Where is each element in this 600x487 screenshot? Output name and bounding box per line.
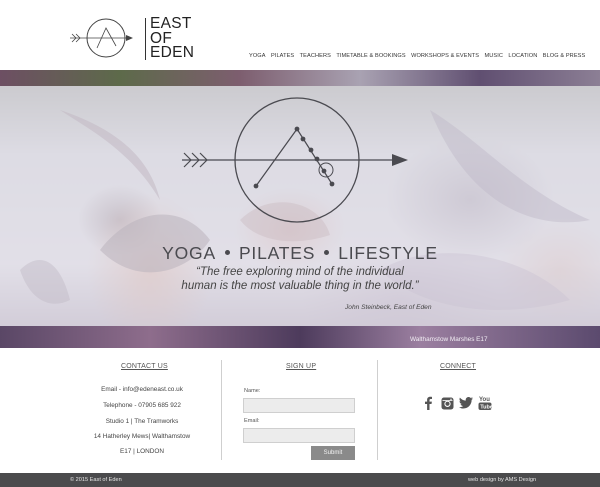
photo-caption: Walthamstow Marshes E17 <box>410 336 488 343</box>
hero-word-yoga: YOGA <box>162 243 216 263</box>
nav-location[interactable]: LOCATION <box>508 53 537 59</box>
nav-timetable-bookings[interactable]: TIMETABLE & BOOKINGS <box>336 53 405 59</box>
site-header: EAST OF EDEN YOGA PILATES TEACHERS TIMET… <box>0 0 600 70</box>
contact-email[interactable]: Email - info@edeneast.co.uk <box>42 386 242 393</box>
contact-address-line-2: 14 Hatherley Mews| Walthamstow <box>93 433 191 440</box>
facebook-icon[interactable] <box>421 396 435 410</box>
nav-blog-press[interactable]: BLOG & PRESS <box>543 53 586 59</box>
bottom-bar: © 2015 East of Eden web design by AMS De… <box>0 473 600 487</box>
name-input[interactable] <box>243 398 355 413</box>
logo-emblem-icon <box>70 18 133 58</box>
instagram-icon[interactable] <box>440 396 454 410</box>
main-nav: YOGA PILATES TEACHERS TIMETABLE & BOOKIN… <box>249 53 591 59</box>
quote-line-2: human is the most valuable thing in the … <box>181 279 419 292</box>
hero-word-lifestyle: LIFESTYLE <box>338 243 438 263</box>
hero-quote: “The free exploring mind of the individu… <box>150 266 450 293</box>
email-input[interactable] <box>243 428 355 443</box>
submit-button[interactable]: Submit <box>311 446 355 460</box>
nav-yoga[interactable]: YOGA <box>249 53 266 59</box>
svg-text:Tube: Tube <box>480 404 492 410</box>
quote-line-1: “The free exploring mind of the individu… <box>196 266 404 278</box>
contact-title: CONTACT US <box>121 363 168 370</box>
social-links: You Tube <box>421 396 497 410</box>
hero-banner: YOGA PILATES LIFESTYLE “The free exploring… <box>0 70 600 348</box>
hero-emblem-icon <box>182 97 408 223</box>
youtube-icon[interactable]: You Tube <box>478 396 492 410</box>
logo-line-eden: EDEN <box>150 44 195 61</box>
column-divider <box>221 360 222 460</box>
designer-credit[interactable]: web design by AMS Design <box>468 477 536 483</box>
svg-text:You: You <box>479 397 490 403</box>
contact-address-line-3: E17 | LONDON <box>120 448 164 455</box>
logo-divider <box>145 18 146 60</box>
nav-pilates[interactable]: PILATES <box>271 53 294 59</box>
contact-address-line-1: Studio 1 | The Tramworks <box>105 418 179 425</box>
nav-teachers[interactable]: TEACHERS <box>300 53 331 59</box>
signup-title: SIGN UP <box>286 363 317 370</box>
footer-columns: CONTACT US Email - info@edeneast.co.uk T… <box>0 348 600 473</box>
nav-workshops-events[interactable]: WORKSHOPS & EVENTS <box>411 53 479 59</box>
name-label: Name: <box>244 388 261 394</box>
column-divider <box>377 360 378 460</box>
quote-citation: John Steinbeck, East of Eden <box>345 304 432 311</box>
twitter-icon[interactable] <box>459 396 473 410</box>
hero-heading: YOGA PILATES LIFESTYLE <box>0 243 600 264</box>
hero-word-pilates: PILATES <box>238 243 316 263</box>
connect-title: CONNECT <box>440 363 477 370</box>
nav-music[interactable]: MUSIC <box>484 53 503 59</box>
email-label: Email: <box>244 418 260 424</box>
copyright-text: © 2015 East of Eden <box>70 477 122 483</box>
logo-wordmark[interactable]: EAST OF EDEN <box>150 16 195 61</box>
contact-telephone[interactable]: Telephone - 07905 685 922 <box>42 402 242 409</box>
bullet-dot <box>224 250 230 256</box>
bullet-dot <box>324 250 330 256</box>
hero-bottom-strip <box>0 326 600 348</box>
